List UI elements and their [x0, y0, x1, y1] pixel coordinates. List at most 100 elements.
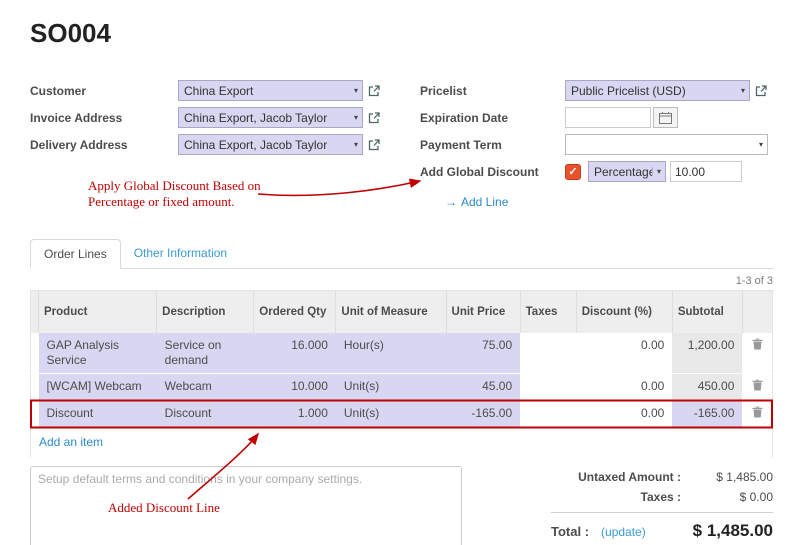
totals-divider — [551, 512, 773, 513]
total-label: Total : — [551, 524, 589, 539]
description-cell: Webcam — [157, 374, 254, 401]
calendar-icon[interactable] — [653, 107, 678, 128]
qty-cell: 1.000 — [254, 401, 336, 428]
external-link-icon[interactable] — [367, 138, 381, 151]
product-cell: GAP Analysis Service — [39, 333, 157, 374]
trash-icon[interactable] — [752, 339, 763, 353]
table-row[interactable]: [WCAM] Webcam Webcam 10.000 Unit(s) 45.0… — [31, 374, 773, 401]
delete-row-cell — [742, 333, 772, 374]
footer-section: Untaxed Amount : $ 1,485.00 Taxes : $ 0.… — [30, 466, 773, 545]
subtotal-cell: 1,200.00 — [672, 333, 742, 374]
order-lines-table: Product Description Ordered Qty Unit of … — [30, 290, 773, 458]
totals-panel: Untaxed Amount : $ 1,485.00 Taxes : $ 0.… — [551, 466, 773, 541]
price-header: Unit Price — [446, 291, 520, 334]
discount-header: Discount (%) — [576, 291, 672, 334]
uom-cell: Unit(s) — [336, 401, 446, 428]
taxes-value: $ 0.00 — [681, 490, 773, 504]
external-link-icon[interactable] — [754, 84, 768, 97]
row-handle — [31, 401, 39, 428]
description-cell: Service on demand — [157, 333, 254, 374]
invoice-address-select[interactable]: China Export, Jacob Taylor ▾ — [178, 107, 363, 128]
form-right-column: Pricelist Public Pricelist (USD) ▾ Expir… — [420, 77, 773, 209]
taxes-header: Taxes — [520, 291, 576, 334]
pricelist-value: Public Pricelist (USD) — [571, 84, 739, 98]
row-handle — [31, 333, 39, 374]
uom-header: Unit of Measure — [336, 291, 446, 334]
customer-value: China Export — [184, 84, 352, 98]
discount-cell: 0.00 — [576, 333, 672, 374]
chevron-down-icon: ▾ — [352, 86, 360, 95]
qty-cell: 16.000 — [254, 333, 336, 374]
table-row-discount-line[interactable]: Discount Discount 1.000 Unit(s) -165.00 … — [31, 401, 773, 428]
global-discount-label: Add Global Discount — [420, 165, 565, 179]
order-form: Customer China Export ▾ Invoice Address … — [30, 77, 773, 209]
add-item-row: Add an item — [31, 428, 773, 458]
pricelist-select[interactable]: Public Pricelist (USD) ▾ — [565, 80, 750, 101]
tab-other-information[interactable]: Other Information — [121, 239, 240, 269]
taxes-cell — [520, 374, 576, 401]
total-row: Total : (update) $ 1,485.00 — [551, 521, 773, 541]
add-line-label: Add Line — [461, 195, 508, 209]
untaxed-amount-label: Untaxed Amount : — [578, 470, 681, 484]
delivery-address-label: Delivery Address — [30, 138, 178, 152]
pricelist-row: Pricelist Public Pricelist (USD) ▾ — [420, 77, 773, 104]
price-cell: -165.00 — [446, 401, 520, 428]
product-cell: [WCAM] Webcam — [39, 374, 157, 401]
chevron-down-icon: ▾ — [739, 86, 747, 95]
customer-select[interactable]: China Export ▾ — [178, 80, 363, 101]
external-link-icon[interactable] — [367, 84, 381, 97]
invoice-address-label: Invoice Address — [30, 111, 178, 125]
customer-row: Customer China Export ▾ — [30, 77, 420, 104]
price-cell: 75.00 — [446, 333, 520, 374]
global-discount-checkbox[interactable]: ✓ — [565, 164, 581, 180]
subtotal-header: Subtotal — [672, 291, 742, 334]
chevron-down-icon: ▾ — [652, 167, 663, 176]
discount-cell: 0.00 — [576, 401, 672, 428]
chevron-down-icon: ▾ — [352, 140, 360, 149]
payment-term-select[interactable]: ▾ — [565, 134, 768, 155]
delete-row-cell — [742, 374, 772, 401]
discount-type-select[interactable]: Percentage ▾ — [588, 161, 666, 182]
untaxed-amount-row: Untaxed Amount : $ 1,485.00 — [551, 470, 773, 484]
delivery-address-select[interactable]: China Export, Jacob Taylor ▾ — [178, 134, 363, 155]
global-discount-row: Add Global Discount ✓ Percentage ▾ — [420, 158, 773, 185]
subtotal-cell: -165.00 — [672, 401, 742, 428]
chevron-down-icon: ▾ — [352, 113, 360, 122]
expiration-date-label: Expiration Date — [420, 111, 565, 125]
trash-icon[interactable] — [752, 380, 763, 394]
notebook-tabs: Order Lines Other Information — [30, 239, 773, 269]
add-line-button[interactable]: → Add Line — [445, 195, 508, 209]
update-link[interactable]: (update) — [601, 525, 646, 539]
invoice-address-value: China Export, Jacob Taylor — [184, 111, 352, 125]
form-left-column: Customer China Export ▾ Invoice Address … — [30, 77, 420, 209]
expiration-date-input[interactable] — [565, 107, 651, 128]
payment-term-label: Payment Term — [420, 138, 565, 152]
price-cell: 45.00 — [446, 374, 520, 401]
delete-row-cell — [742, 401, 772, 428]
pager: 1-3 of 3 — [30, 275, 773, 288]
discount-amount-input[interactable] — [670, 161, 742, 182]
trash-icon[interactable] — [752, 407, 763, 421]
untaxed-amount-value: $ 1,485.00 — [681, 470, 773, 484]
total-value: $ 1,485.00 — [693, 521, 773, 541]
table-header-row: Product Description Ordered Qty Unit of … — [31, 291, 773, 334]
taxes-cell — [520, 401, 576, 428]
tab-order-lines[interactable]: Order Lines — [30, 239, 121, 269]
sales-order-page: SO004 Customer China Export ▾ Invoice Ad… — [0, 0, 803, 545]
uom-cell: Hour(s) — [336, 333, 446, 374]
customer-label: Customer — [30, 84, 178, 98]
description-header: Description — [157, 291, 254, 334]
terms-notes-textarea[interactable] — [30, 466, 462, 545]
discount-cell: 0.00 — [576, 374, 672, 401]
pricelist-label: Pricelist — [420, 84, 565, 98]
arrow-right-icon: → — [445, 195, 457, 209]
table-row[interactable]: GAP Analysis Service Service on demand 1… — [31, 333, 773, 374]
invoice-address-row: Invoice Address China Export, Jacob Tayl… — [30, 104, 420, 131]
add-an-item-link[interactable]: Add an item — [39, 435, 103, 449]
delivery-address-row: Delivery Address China Export, Jacob Tay… — [30, 131, 420, 158]
delete-column-header — [742, 291, 772, 334]
external-link-icon[interactable] — [367, 111, 381, 124]
expiration-date-row: Expiration Date — [420, 104, 773, 131]
product-cell: Discount — [39, 401, 157, 428]
qty-header: Ordered Qty — [254, 291, 336, 334]
